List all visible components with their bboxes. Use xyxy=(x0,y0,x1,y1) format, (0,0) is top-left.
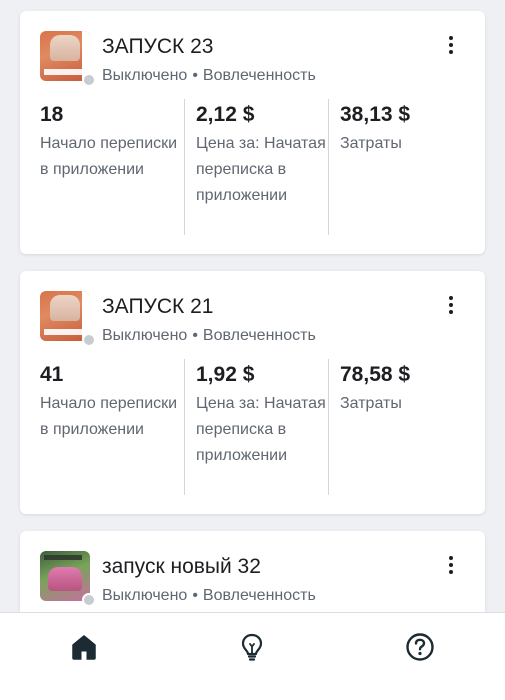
metric-spend: 38,13 $ Затраты xyxy=(328,99,473,235)
campaign-feed[interactable]: ЗАПУСК 23 Выключено • Вовлеченность 18 Нач… xyxy=(0,0,505,612)
metric-value: 2,12 $ xyxy=(196,103,255,126)
campaign-thumbnail xyxy=(40,31,96,87)
campaign-subtitle: Выключено • Вовлеченность xyxy=(102,327,316,345)
metric-label: Начало переписки в приложении xyxy=(40,395,178,438)
campaign-title: ЗАПУСК 23 xyxy=(102,35,214,58)
metric-value: 18 xyxy=(40,103,64,126)
more-options-icon[interactable] xyxy=(439,33,463,57)
campaign-card[interactable]: ЗАПУСК 21 Выключено • Вовлеченность 41 Нач… xyxy=(20,271,485,514)
campaign-objective: Вовлеченность xyxy=(202,67,316,84)
campaign-status: Выключено xyxy=(102,327,188,344)
metric-label: Начало переписки в приложении xyxy=(40,135,178,178)
campaign-subtitle: Выключено • Вовлеченность xyxy=(102,67,316,85)
campaign-status: Выключено xyxy=(102,587,188,604)
campaign-title: запуск новый 32 xyxy=(102,555,261,578)
metric-results: 18 Начало переписки в приложении xyxy=(40,99,185,235)
campaign-card[interactable]: запуск новый 32 Выключено • Вовлеченность xyxy=(20,531,485,612)
campaign-status: Выключено xyxy=(102,67,188,84)
tab-home[interactable] xyxy=(64,627,104,667)
screen: ЗАПУСК 23 Выключено • Вовлеченность 18 Нач… xyxy=(0,0,505,700)
metric-value: 78,58 $ xyxy=(340,363,411,386)
metric-label: Затраты xyxy=(340,135,402,152)
lightbulb-icon xyxy=(241,633,263,661)
campaign-objective: Вовлеченность xyxy=(202,327,316,344)
status-dot-icon xyxy=(82,333,96,347)
metric-value: 38,13 $ xyxy=(340,103,411,126)
separator: • xyxy=(192,587,198,604)
metrics-row: 41 Начало переписки в приложении 1,92 $ … xyxy=(40,359,465,495)
campaign-thumbnail xyxy=(40,291,96,347)
metric-cost-per-result: 1,92 $ Цена за: Начатая переписка в прил… xyxy=(184,359,329,495)
metric-label: Цена за: Начатая переписка в приложении xyxy=(196,135,326,204)
metric-label: Затраты xyxy=(340,395,402,412)
campaign-objective: Вовлеченность xyxy=(202,587,316,604)
metric-results: 41 Начало переписки в приложении xyxy=(40,359,185,495)
metrics-row: 18 Начало переписки в приложении 2,12 $ … xyxy=(40,99,465,235)
campaign-thumbnail xyxy=(40,551,96,607)
status-dot-icon xyxy=(82,593,96,607)
status-dot-icon xyxy=(82,73,96,87)
metric-spend: 78,58 $ Затраты xyxy=(328,359,473,495)
campaign-title: ЗАПУСК 21 xyxy=(102,295,214,318)
metric-label: Цена за: Начатая переписка в приложении xyxy=(196,395,326,464)
more-options-icon[interactable] xyxy=(439,293,463,317)
help-icon xyxy=(406,633,434,661)
tab-insights[interactable] xyxy=(232,627,272,667)
bottom-tab-bar xyxy=(0,612,505,700)
campaign-subtitle: Выключено • Вовлеченность xyxy=(102,587,316,605)
more-options-icon[interactable] xyxy=(439,553,463,577)
home-icon xyxy=(72,635,96,660)
metric-cost-per-result: 2,12 $ Цена за: Начатая переписка в прил… xyxy=(184,99,329,235)
separator: • xyxy=(192,327,198,344)
metric-value: 41 xyxy=(40,363,64,386)
tab-help[interactable] xyxy=(400,627,440,667)
campaign-card[interactable]: ЗАПУСК 23 Выключено • Вовлеченность 18 Нач… xyxy=(20,11,485,254)
separator: • xyxy=(192,67,198,84)
metric-value: 1,92 $ xyxy=(196,363,255,386)
